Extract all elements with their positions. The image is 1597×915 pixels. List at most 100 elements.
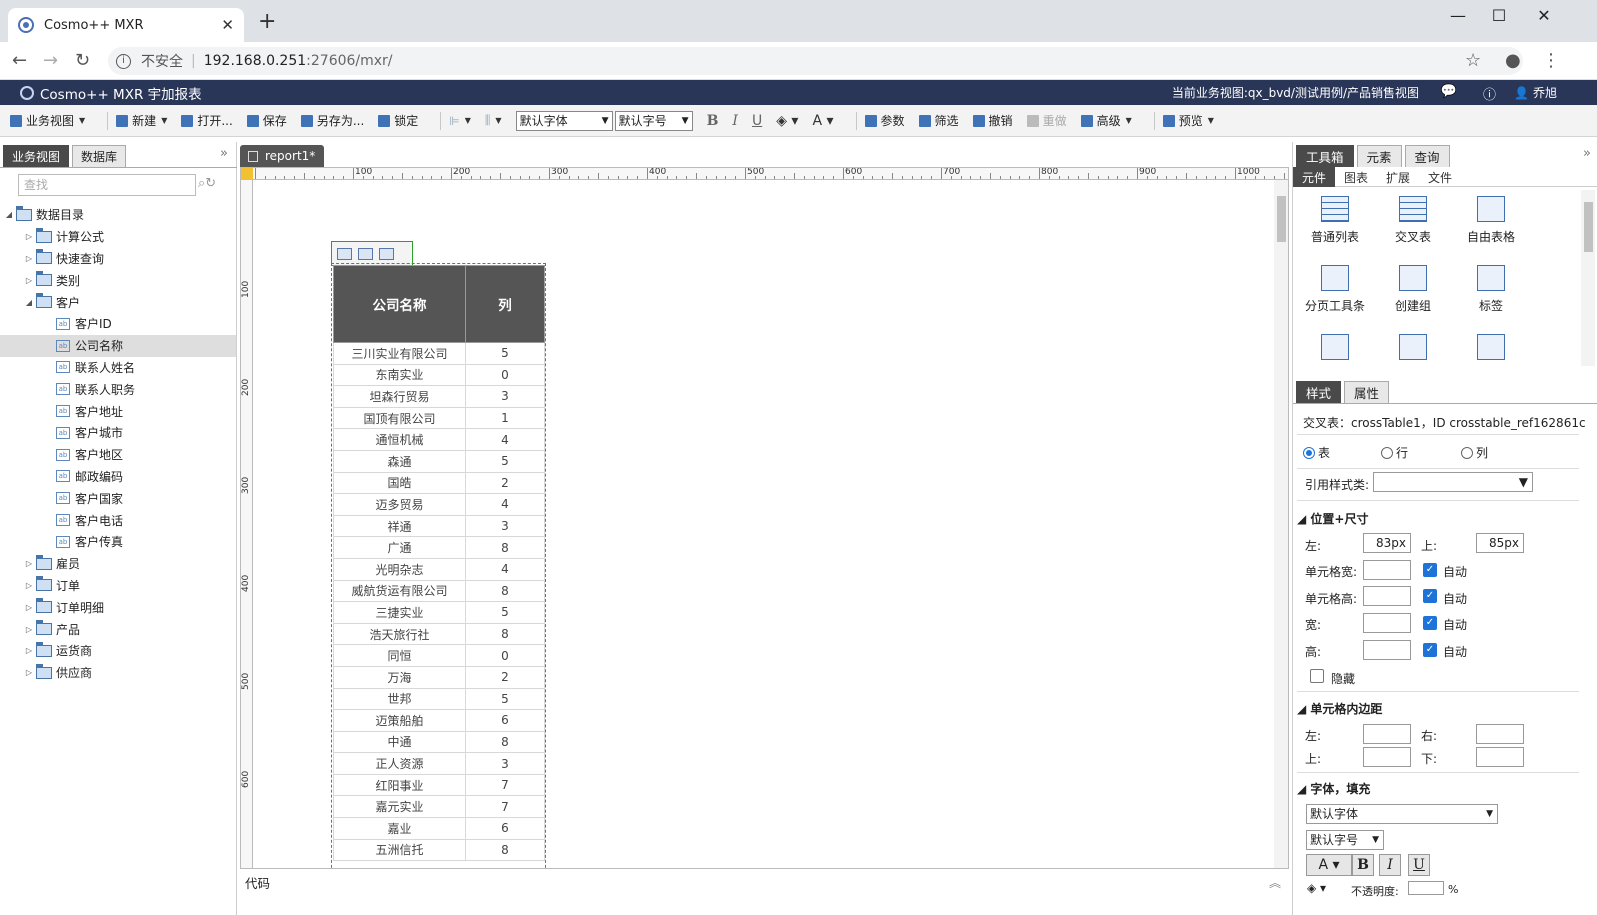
site-info-icon[interactable]: i [116,53,131,69]
cell-width-input[interactable] [1363,560,1411,580]
tab-style[interactable]: 样式 [1296,381,1342,403]
redo-button[interactable]: 重做 [1026,112,1067,129]
value-cell[interactable]: 8 [465,838,545,862]
panel-font-select[interactable]: 默认字体 ▼ [1306,804,1498,824]
collapse-right-icon[interactable]: » [1583,146,1591,161]
tree-item[interactable]: ab 客户地址 [0,400,236,422]
company-cell[interactable]: 国顶有限公司 [333,406,466,430]
expanded-caret-icon[interactable]: ◢ [24,298,34,307]
value-cell[interactable]: 8 [465,730,545,754]
section-font-fill[interactable]: ◢ 字体，填充 [1297,780,1370,797]
value-cell[interactable]: 8 [465,536,545,559]
company-cell[interactable]: 国皓 [333,471,466,495]
collapsed-caret-icon[interactable]: ▷ [24,668,34,677]
company-cell[interactable]: 三川实业有限公司 [333,342,466,365]
left-input[interactable]: 83px [1363,533,1411,553]
tree-item[interactable]: ▷ 订单明细 [0,596,236,618]
tab-query[interactable]: 查询 [1404,145,1450,167]
value-cell[interactable]: 0 [465,363,545,387]
company-cell[interactable]: 广通 [333,536,466,559]
scroll-thumb[interactable] [1584,202,1593,252]
company-cell[interactable]: 三捷实业 [333,601,466,624]
company-cell[interactable]: 坦森行贸易 [333,385,466,408]
doc-tab-report1[interactable]: report1* [240,145,324,167]
report-canvas[interactable]: 100 200 300 400 500 600 700 800 900 1000 100 200 30… [240,167,1289,886]
company-cell[interactable]: 世邦 [333,687,466,711]
company-cell[interactable]: 光明杂志 [333,557,466,581]
panel-fontsize-select[interactable]: 默认字号 ▼ [1306,830,1384,850]
company-cell[interactable]: 嘉元实业 [333,795,466,819]
collapsed-caret-icon[interactable]: ▷ [24,232,34,241]
subtab-charts[interactable]: 图表 [1335,167,1377,187]
close-tab-icon[interactable]: ✕ [221,16,234,34]
tree-item[interactable]: ab 公司名称 [0,334,236,357]
tree-item[interactable]: ab 客户传真 [0,531,236,553]
tab-properties[interactable]: 属性 [1344,381,1390,403]
collapsed-caret-icon[interactable]: ▷ [24,559,34,568]
style-class-select[interactable]: ▼ [1373,472,1533,492]
company-cell[interactable]: 通恒机械 [333,428,466,451]
cell-height-input[interactable] [1363,586,1411,606]
advanced-button[interactable]: 高级 ▼ [1080,112,1132,129]
value-cell[interactable]: 4 [465,557,545,581]
code-panel-bar[interactable]: 代码 ︽ [240,868,1289,895]
panel-fill-color-icon[interactable]: ◈ ▾ [1307,881,1326,895]
section-cell-padding[interactable]: ◢ 单元格内边距 [1297,700,1382,717]
profile-icon[interactable]: ● [1505,50,1521,71]
value-cell[interactable]: 6 [465,817,545,840]
widget-item[interactable]: 普通列表 [1295,196,1375,245]
company-cell[interactable]: 森通 [333,449,466,473]
value-cell[interactable]: 5 [465,601,545,624]
italic-icon[interactable]: I [732,113,738,129]
collapsed-caret-icon[interactable]: ▷ [24,603,34,612]
value-cell[interactable]: 6 [465,709,545,732]
tab-database[interactable]: 数据库 [72,145,127,167]
tree-item[interactable]: ab 联系人职务 [0,378,236,400]
scroll-thumb[interactable] [1277,196,1286,242]
new-button[interactable]: 新建 ▼ [116,112,167,129]
company-cell[interactable]: 迈策船舶 [333,709,466,732]
opacity-input[interactable] [1408,881,1444,895]
height-input[interactable] [1363,640,1411,660]
tree-item[interactable]: ▷ 供应商 [0,662,236,684]
value-cell[interactable]: 4 [465,428,545,451]
value-cell[interactable]: 7 [465,773,545,797]
forward-icon[interactable]: → [43,50,58,71]
align-button[interactable]: ⊫ ▼ [449,114,471,128]
search-icon[interactable]: ⌕↻ [198,176,216,191]
close-window-icon[interactable]: ✕ [1524,6,1564,25]
tree-item[interactable]: ◢ 客户 [0,291,236,313]
save-as-button[interactable]: 另存为... [300,112,364,129]
table-layout-icon[interactable] [358,247,373,260]
preview-button[interactable]: 预览 ▼ [1162,112,1214,129]
panel-font-color-icon[interactable]: A ▾ [1306,854,1352,876]
company-cell[interactable]: 万海 [333,665,466,689]
value-cell[interactable]: 5 [465,342,545,365]
distribute-button[interactable]: ⫼ ▼ [485,113,502,128]
pad-right-input[interactable] [1476,724,1524,744]
width-auto-checkbox[interactable]: ✓ [1423,616,1437,630]
widget-item[interactable]: 自由表格 [1451,196,1531,245]
company-cell[interactable]: 祥通 [333,514,466,538]
tree-item[interactable]: ab 联系人姓名 [0,357,236,379]
lock-button[interactable]: 锁定 [378,112,418,129]
widget-item[interactable]: 按钮 [1295,334,1375,366]
tree-item[interactable]: ab 客户地区 [0,444,236,466]
tab-toolbox[interactable]: 工具箱 [1296,145,1354,167]
value-cell[interactable]: 8 [465,579,545,603]
collapsed-caret-icon[interactable]: ▷ [24,625,34,634]
company-cell[interactable]: 威航货运有限公司 [333,579,466,603]
tree-item[interactable]: ◢ 数据目录 [0,204,236,226]
widget-item[interactable]: 创建组 [1373,265,1453,314]
tree-search-input[interactable]: 查找 [18,174,196,196]
collapsed-caret-icon[interactable]: ▷ [24,581,34,590]
company-cell[interactable]: 浩天旅行社 [333,622,466,646]
table-settings-icon[interactable] [337,247,352,260]
browser-tab[interactable]: Cosmo++ MXR ✕ [8,8,244,42]
value-cell[interactable]: 7 [465,795,545,819]
header-company[interactable]: 公司名称 [333,265,466,343]
tree-item[interactable]: ▷ 计算公式 [0,226,236,248]
tree-item[interactable]: ab 客户电话 [0,509,236,531]
fill-color-icon[interactable]: ◈ ▾ [776,113,798,129]
pad-top-input[interactable] [1363,747,1411,767]
